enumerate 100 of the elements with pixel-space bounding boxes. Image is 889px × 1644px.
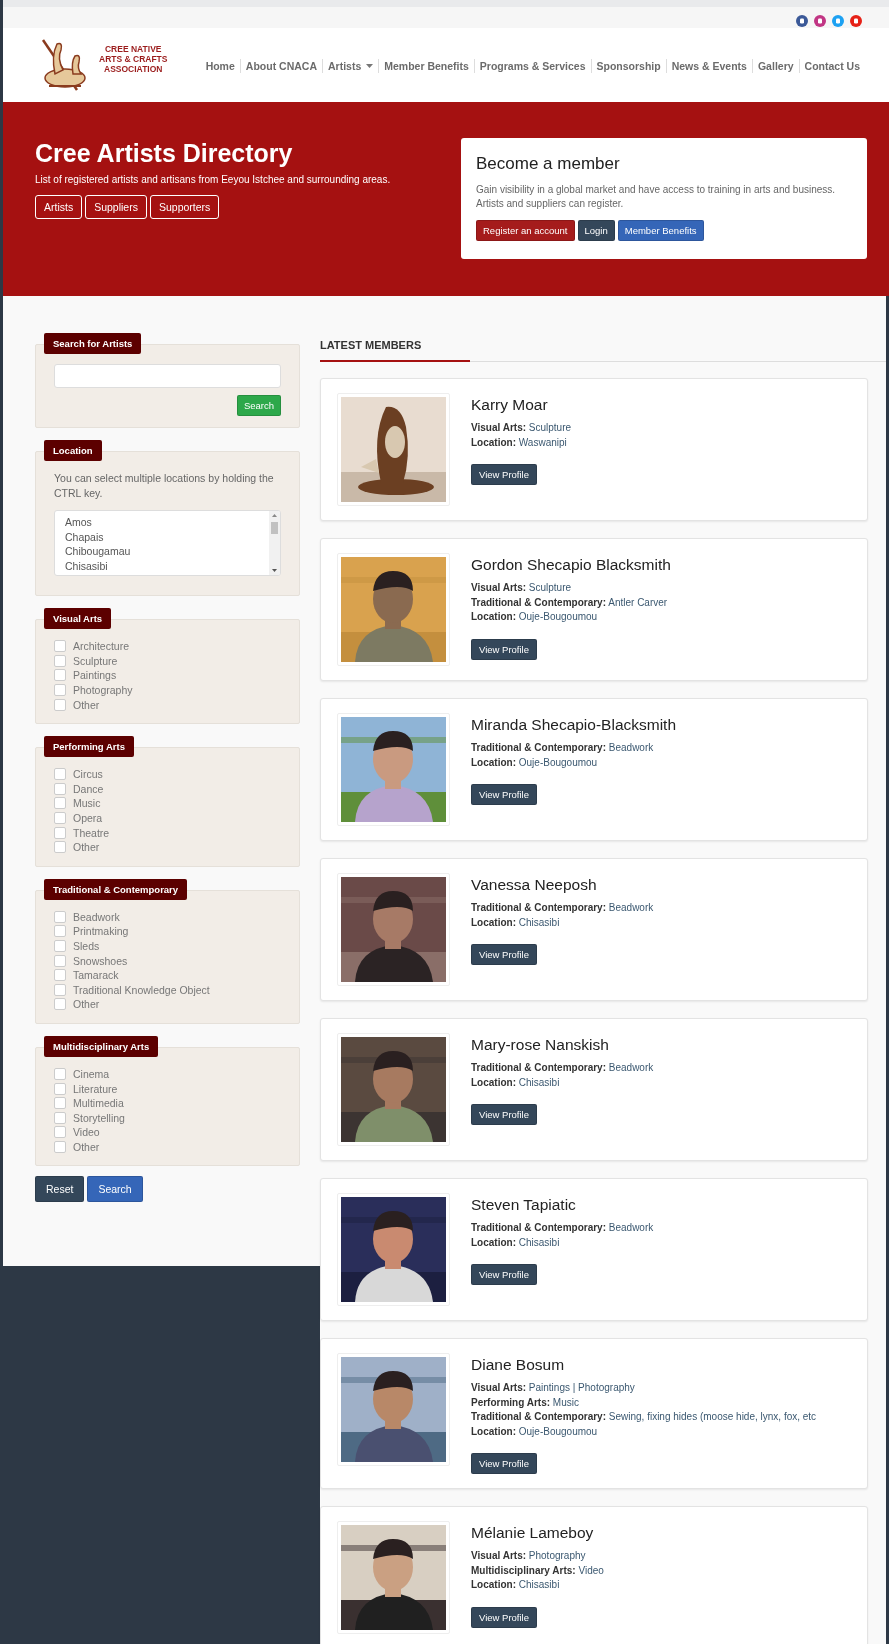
checkbox[interactable] [54, 684, 66, 697]
checkbox[interactable] [54, 1068, 66, 1080]
nav-link[interactable]: Programs & Services [473, 59, 591, 73]
nav-link[interactable]: Contact Us [798, 59, 865, 73]
checkbox-label: Multimedia [73, 1097, 124, 1110]
checkbox-label: Other [73, 698, 100, 711]
member-detail: Location: Chisasibi [471, 1235, 560, 1250]
logo-text: CREE NATIVE ARTS & CRAFTS ASSOCIATION [99, 44, 168, 74]
checkbox-label: Beadwork [73, 910, 120, 923]
member-name: Vanessa Neeposh [471, 876, 597, 894]
view-profile-button[interactable]: View Profile [471, 1104, 537, 1125]
nav-link[interactable]: News & Events [665, 59, 752, 73]
checkbox[interactable] [54, 954, 66, 967]
view-profile-button[interactable]: View Profile [471, 638, 537, 660]
member-name: Steven Tapiatic [471, 1196, 576, 1214]
member-detail: Multidisciplinary Arts: Video [471, 1563, 604, 1578]
nav-link[interactable]: Member Benefits [378, 59, 474, 73]
checkbox[interactable] [54, 640, 66, 653]
checkbox-label: Photography [73, 684, 133, 697]
checkbox-label: Snowshoes [73, 954, 128, 967]
checkbox-label: Music [73, 797, 101, 810]
member-detail: Location: Chisasibi [471, 915, 560, 930]
checkbox-label: Tamarack [73, 969, 119, 982]
checkbox[interactable] [54, 768, 66, 781]
member-action-button[interactable]: Member Benefits [617, 220, 704, 241]
checkbox[interactable] [54, 940, 66, 952]
checkbox[interactable] [54, 998, 66, 1011]
member-detail: Location: Ouje-Bougoumou [471, 755, 598, 770]
member-detail: Visual Arts: Sculpture [471, 581, 572, 595]
category-button[interactable]: Suppliers [85, 195, 147, 219]
member-detail: Visual Arts: Sculpture [471, 421, 572, 435]
checkbox[interactable] [54, 1126, 66, 1139]
checkbox[interactable] [54, 812, 66, 825]
view-profile-button[interactable]: View Profile [471, 1606, 537, 1628]
member-detail: Traditional & Contemporary: Sewing, fixing hides (moose hide, lynx, fox, etc [471, 1410, 817, 1424]
social-media-icon[interactable] [850, 15, 862, 27]
location-option[interactable]: Chibougamau [65, 544, 131, 559]
checkbox[interactable] [54, 698, 66, 711]
location-option[interactable]: Chisasibi [65, 558, 131, 573]
panel-title: Visual Arts [44, 608, 112, 629]
category-button[interactable]: Supporters [149, 195, 220, 219]
checkbox-label: Architecture [73, 640, 130, 653]
member-action-button[interactable]: Register an account [476, 220, 575, 241]
checkbox[interactable] [54, 841, 66, 854]
location-list[interactable]: Amos Chapais Chibougamau Chisasibi [54, 510, 281, 576]
nav-link[interactable]: About CNACA [239, 59, 322, 73]
nav-link[interactable]: Sponsorship [590, 59, 666, 73]
checkbox[interactable] [54, 910, 66, 923]
member-detail: Location: Waswanipi [471, 435, 567, 450]
member-name: Mary-rose Nanskish [471, 1036, 609, 1054]
checkbox-label: Cinema [73, 1068, 110, 1080]
social-media-icon[interactable] [832, 15, 844, 27]
checkbox[interactable] [54, 797, 66, 810]
checkbox-label: Other [73, 841, 100, 854]
member-name: Karry Moar [471, 396, 548, 414]
member-name: Miranda Shecapio-Blacksmith [471, 716, 677, 734]
social-media-icon[interactable] [814, 15, 826, 27]
member-detail: Location: Chisasibi [471, 1075, 560, 1090]
checkbox[interactable] [54, 1111, 66, 1124]
member-detail: Location: Ouje-Bougoumou [471, 1424, 598, 1439]
scrollbar[interactable] [269, 511, 280, 575]
member-box-text: Gain visibility in a global market and have access to training in arts and business. Artists and suppliers can register. [476, 183, 837, 211]
location-option[interactable]: Amos [65, 515, 131, 530]
checkbox-label: Theatre [73, 826, 110, 839]
nav-link[interactable]: Home [200, 59, 240, 73]
member-action-button[interactable]: Login [577, 220, 615, 241]
section-heading: LATEST MEMBERS [320, 333, 470, 362]
checkbox-label: Other [73, 998, 100, 1011]
checkbox[interactable] [54, 669, 66, 682]
checkbox[interactable] [54, 983, 66, 996]
checkbox-label: Traditional Knowledge Object [73, 983, 210, 996]
checkbox-label: Printmaking [73, 925, 129, 938]
view-profile-button[interactable]: View Profile [471, 1453, 537, 1474]
checkbox[interactable] [54, 782, 66, 795]
view-profile-button[interactable]: View Profile [471, 944, 537, 965]
category-button[interactable]: Artists [35, 195, 83, 219]
checkbox[interactable] [54, 1082, 66, 1095]
checkbox[interactable] [54, 969, 66, 982]
form-button[interactable]: Reset [35, 1176, 85, 1203]
view-profile-button[interactable]: View Profile [471, 784, 537, 805]
search-field[interactable] [54, 364, 281, 388]
checkbox[interactable] [54, 654, 66, 667]
location-hint: You can select multiple locations by holding the CTRL key. [54, 471, 275, 501]
nav-link[interactable]: Artists [321, 59, 379, 73]
checkbox[interactable] [54, 826, 66, 839]
location-option[interactable]: Chapais [65, 529, 131, 544]
view-profile-button[interactable]: View Profile [471, 464, 537, 485]
member-detail: Traditional & Contemporary: Beadwork [471, 1221, 654, 1235]
social-media-icon[interactable] [796, 15, 808, 27]
member-detail: Traditional & Contemporary: Beadwork [471, 901, 654, 915]
page-subtitle: List of registered artists and artisans from Eeyou Istchee and surrounding areas. [35, 174, 391, 185]
nav-link[interactable]: Gallery [751, 59, 799, 73]
form-button[interactable]: Search [87, 1176, 143, 1203]
checkbox-label: Literature [73, 1082, 118, 1095]
view-profile-button[interactable]: View Profile [471, 1264, 537, 1285]
checkbox[interactable] [54, 1140, 66, 1153]
checkbox-label: Opera [73, 812, 103, 825]
checkbox[interactable] [54, 925, 66, 938]
member-name: Gordon Shecapio Blacksmith [471, 556, 671, 574]
checkbox[interactable] [54, 1097, 66, 1110]
